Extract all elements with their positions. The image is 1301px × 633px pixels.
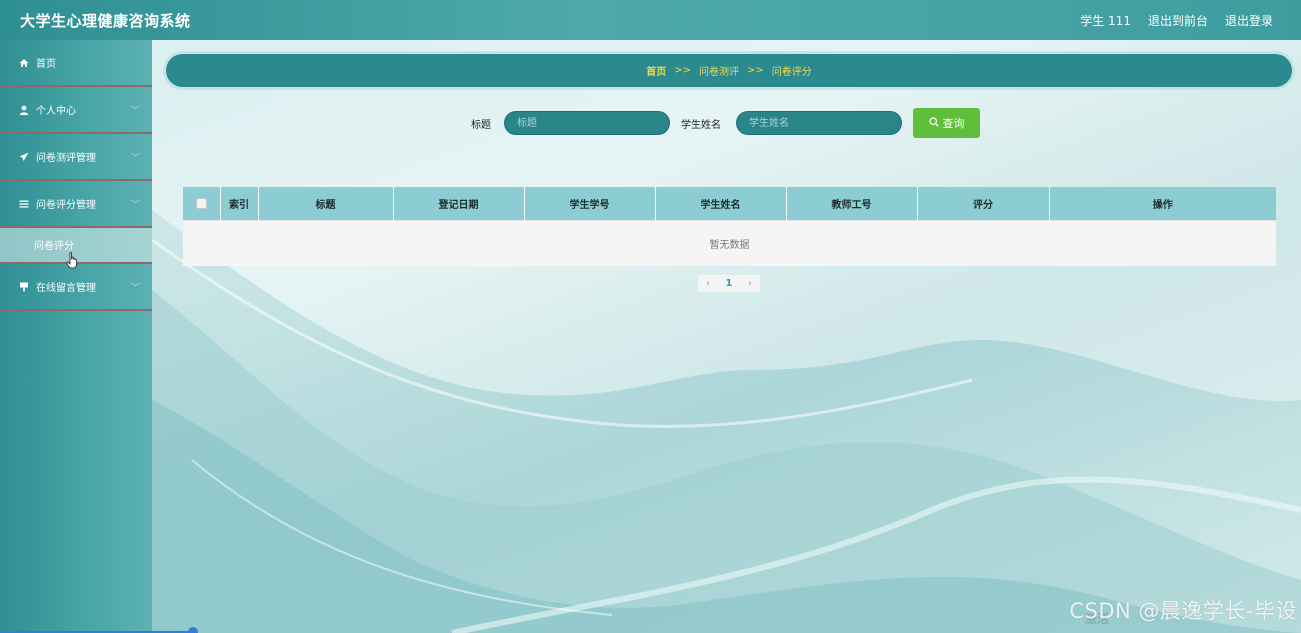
empty-data-text: 暂无数据 [183, 219, 1276, 266]
search-form: 标题 学生姓名 查询 [0, 108, 1301, 138]
breadcrumb-home[interactable]: 首页 [646, 63, 666, 78]
student-name-search-input[interactable] [736, 111, 902, 135]
column-header: 操作 [1048, 187, 1276, 220]
sidebar-item-label: 问卷评分管理 [36, 200, 96, 211]
breadcrumb-separator: >> [674, 65, 691, 76]
chevron-down-icon: ﹀ [130, 283, 140, 293]
sidebar-item-home[interactable]: 首页 [0, 40, 152, 87]
column-header: 登记日期 [392, 187, 524, 220]
hand-cursor-icon [66, 252, 79, 272]
chevron-down-icon: ﹀ [130, 200, 140, 210]
table-empty-row: 暂无数据 [183, 219, 1276, 266]
search-button-label: 查询 [942, 117, 965, 130]
prev-page-button[interactable]: ‹ [698, 275, 718, 292]
student-name-label: 学生姓名 [681, 120, 721, 131]
breadcrumb-level1[interactable]: 问卷测评 [699, 63, 739, 78]
csdn-watermark: CSDN @晨逸学长-毕设 [1069, 599, 1297, 623]
title-label: 标题 [471, 120, 491, 131]
column-header: 教师工号 [785, 187, 917, 220]
column-header: 评分 [916, 187, 1049, 220]
current-user-label: 学生 111 [1080, 13, 1131, 28]
page-number-button[interactable]: 1 [718, 275, 740, 292]
select-all-checkbox-cell[interactable] [183, 187, 220, 220]
scroll-indicator-dot [188, 627, 198, 633]
sidebar-item-questionnaire-assessment[interactable]: 问卷测评管理 ﹀ [0, 134, 152, 181]
chevron-down-icon: ﹀ [130, 106, 140, 116]
select-all-checkbox[interactable] [195, 197, 207, 209]
breadcrumb-level2: 问卷评分 [771, 67, 812, 78]
sidebar-item-label: 在线留言管理 [36, 283, 96, 294]
logout-link[interactable]: 退出登录 [1225, 12, 1273, 29]
next-page-button[interactable]: › [740, 275, 760, 292]
search-button[interactable]: 查询 [913, 108, 980, 138]
sidebar-subitem-label: 问卷评分 [34, 240, 74, 252]
sidebar: 首页 个人中心 ﹀ 问卷测评管理 ﹀ 问卷评分管理 ﹀ 问卷评分 在线留言管理 … [0, 40, 152, 633]
list-icon [18, 199, 30, 209]
breadcrumb: 首页 >> 问卷测评 >> 问卷评分 [166, 54, 1292, 87]
column-header: 索引 [219, 187, 258, 220]
sidebar-item-label: 首页 [36, 59, 56, 70]
app-title: 大学生心理健康咨询系统 [20, 11, 191, 30]
exit-to-front-link[interactable]: 退出到前台 [1148, 12, 1208, 29]
user-icon [18, 105, 30, 115]
chevron-down-icon: ﹀ [130, 153, 140, 163]
pagination: ‹ 1 › [698, 275, 760, 292]
sidebar-item-questionnaire-scoring[interactable]: 问卷评分管理 ﹀ [0, 181, 152, 228]
column-header: 学生姓名 [654, 187, 786, 220]
paper-plane-icon [18, 152, 30, 162]
top-header: 大学生心理健康咨询系统 学生 111 退出到前台 退出登录 [0, 0, 1301, 40]
data-table: 索引 标题 登记日期 学生学号 学生姓名 教师工号 评分 操作 暂无数据 [183, 187, 1276, 266]
sidebar-item-label: 个人中心 [36, 106, 76, 117]
title-search-input[interactable] [504, 111, 670, 135]
table-header-row: 索引 标题 登记日期 学生学号 学生姓名 教师工号 评分 操作 [183, 187, 1276, 220]
search-icon [928, 116, 939, 130]
sidebar-item-personal-center[interactable]: 个人中心 ﹀ [0, 87, 152, 134]
header-actions: 学生 111 退出到前台 退出登录 [1063, 12, 1301, 29]
message-icon [18, 282, 30, 292]
column-header: 学生学号 [523, 187, 655, 220]
column-header: 标题 [257, 187, 393, 220]
breadcrumb-separator: >> [747, 65, 764, 76]
home-icon [18, 58, 30, 68]
sidebar-item-label: 问卷测评管理 [36, 153, 96, 164]
